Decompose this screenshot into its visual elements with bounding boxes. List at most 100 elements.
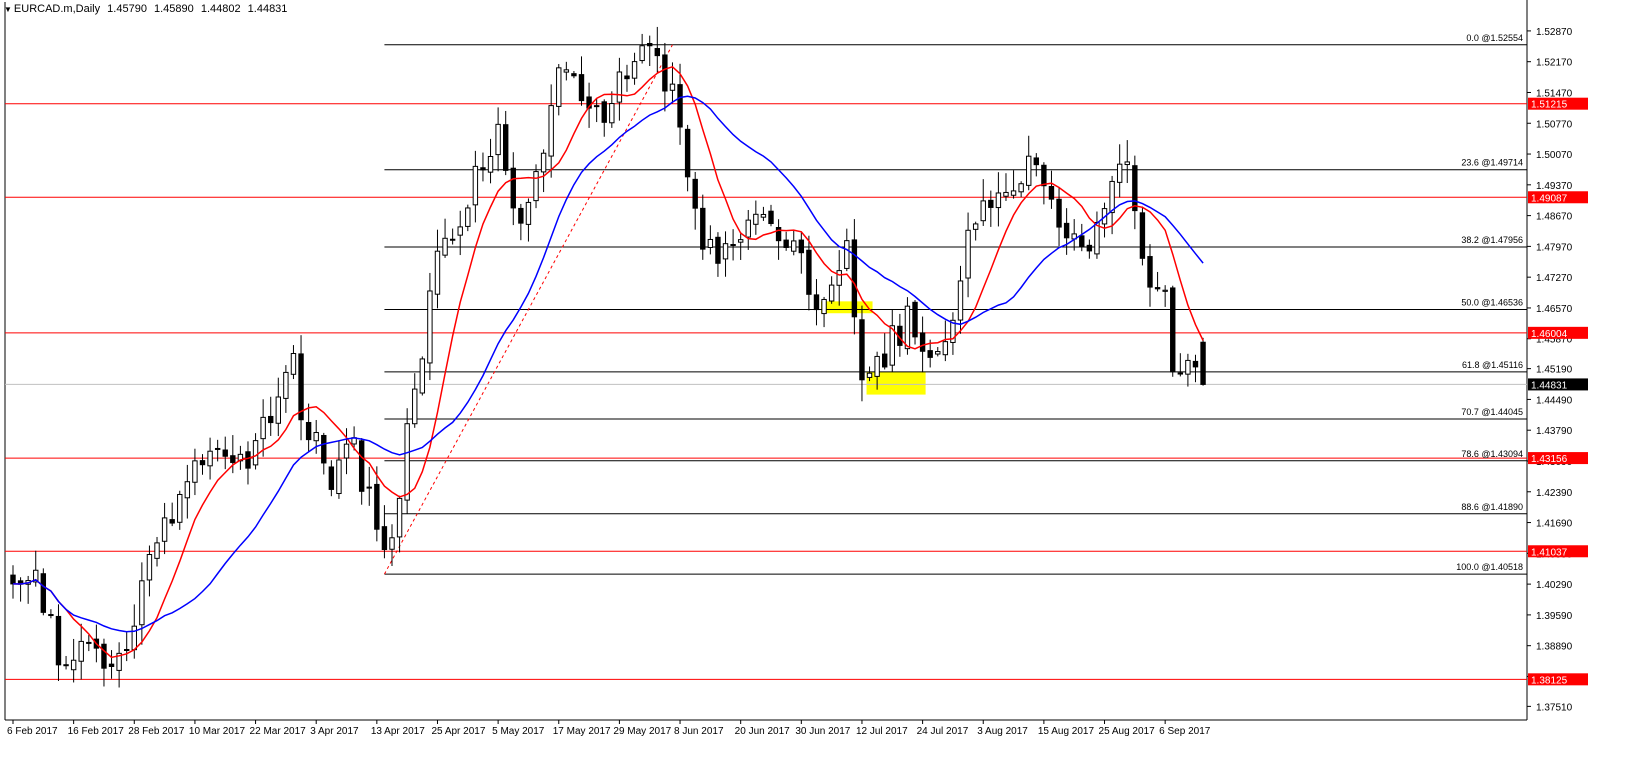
candle-body[interactable] <box>449 238 456 241</box>
candle-body[interactable] <box>980 200 986 222</box>
candle-body[interactable] <box>442 237 448 256</box>
candle-body[interactable] <box>662 54 668 92</box>
candle-body[interactable] <box>669 83 676 91</box>
candle-body[interactable] <box>965 229 971 279</box>
candle-body[interactable] <box>601 101 607 123</box>
candle-body[interactable] <box>55 615 62 666</box>
candle-body[interactable] <box>139 580 145 626</box>
candle-body[interactable] <box>836 270 842 286</box>
candle-body[interactable] <box>737 239 744 243</box>
candle-body[interactable] <box>389 537 395 550</box>
chart-window[interactable]: 1.52870 1.52170 1.51470 1.50770 1.50070 1.493… <box>0 0 1637 775</box>
candle-body[interactable] <box>806 249 812 295</box>
candle-body[interactable] <box>707 238 714 248</box>
candle-body[interactable] <box>1010 190 1017 196</box>
candle-body[interactable] <box>654 48 660 57</box>
candle-body[interactable] <box>882 353 888 368</box>
candle-body[interactable] <box>1177 372 1184 375</box>
candle-body[interactable] <box>1079 235 1085 247</box>
candle-body[interactable] <box>616 71 623 103</box>
candle-body[interactable] <box>988 199 994 208</box>
candle-body[interactable] <box>874 355 880 377</box>
candle-body[interactable] <box>457 226 463 236</box>
candle-body[interactable] <box>101 643 107 669</box>
candle-body[interactable] <box>434 250 441 295</box>
candle-body[interactable] <box>1132 165 1138 212</box>
candle-body[interactable] <box>10 574 16 585</box>
price-chart[interactable]: 1.528701.521701.514701.507701.500701.493… <box>0 0 1637 775</box>
candle-body[interactable] <box>366 486 372 489</box>
candle-body[interactable] <box>313 432 319 442</box>
candle-body[interactable] <box>1018 183 1024 193</box>
candle-body[interactable] <box>260 416 266 440</box>
candle-body[interactable] <box>722 243 729 260</box>
candle-body[interactable] <box>199 460 206 466</box>
candle-body[interactable] <box>381 526 388 551</box>
candle-body[interactable] <box>1124 161 1130 166</box>
candle-body[interactable] <box>169 519 175 524</box>
candle-body[interactable] <box>684 128 691 178</box>
candle-body[interactable] <box>995 192 1002 209</box>
candle-body[interactable] <box>487 155 494 173</box>
candle-body[interactable] <box>108 663 115 667</box>
candle-body[interactable] <box>343 443 350 459</box>
candle-body[interactable] <box>525 201 532 225</box>
candle-body[interactable] <box>184 481 191 499</box>
candle-body[interactable] <box>1026 155 1032 186</box>
candle-body[interactable] <box>40 573 47 613</box>
candle-body[interactable] <box>222 449 228 457</box>
candle-body[interactable] <box>715 236 721 264</box>
candle-body[interactable] <box>593 105 600 108</box>
candle-body[interactable] <box>86 641 92 644</box>
candle-body[interactable] <box>828 284 835 302</box>
candle-body[interactable] <box>321 434 327 464</box>
candle-body[interactable] <box>412 388 418 425</box>
candle-body[interactable] <box>283 371 289 399</box>
candle-body[interactable] <box>177 493 183 523</box>
candle-body[interactable] <box>146 554 153 581</box>
candle-body[interactable] <box>358 440 365 492</box>
candle-body[interactable] <box>798 239 805 254</box>
candle-body[interactable] <box>919 332 926 352</box>
candle-body[interactable] <box>192 460 198 483</box>
candle-body[interactable] <box>404 423 410 501</box>
candle-body[interactable] <box>783 239 789 248</box>
candle-body[interactable] <box>1063 222 1070 239</box>
candle-body[interactable] <box>131 625 137 651</box>
candle-body[interactable] <box>768 210 774 225</box>
candle-body[interactable] <box>563 69 570 73</box>
candle-body[interactable] <box>48 614 54 617</box>
candle-body[interactable] <box>419 358 426 394</box>
candle-body[interactable] <box>866 372 873 378</box>
candle-body[interactable] <box>859 319 865 381</box>
candle-body[interactable] <box>290 353 297 375</box>
candle-body[interactable] <box>571 73 577 77</box>
candle-body[interactable] <box>1033 157 1039 166</box>
candle-body[interactable] <box>268 415 274 424</box>
candle-body[interactable] <box>700 207 706 250</box>
candle-body[interactable] <box>503 124 509 171</box>
candle-body[interactable] <box>245 451 251 469</box>
candle-body[interactable] <box>578 74 585 102</box>
candle-body[interactable] <box>70 659 77 671</box>
candle-body[interactable] <box>230 455 236 463</box>
candle-body[interactable] <box>518 207 524 224</box>
candle-body[interactable] <box>495 123 501 156</box>
candle-body[interactable] <box>275 396 282 424</box>
candle-body[interactable] <box>1170 287 1176 373</box>
candle-body[interactable] <box>548 105 554 157</box>
candle-body[interactable] <box>374 483 380 530</box>
candle-body[interactable] <box>305 421 312 441</box>
candle-body[interactable] <box>214 447 221 450</box>
candle-body[interactable] <box>904 305 911 350</box>
candle-body[interactable] <box>1094 221 1100 255</box>
candle-body[interactable] <box>465 207 471 227</box>
candle-body[interactable] <box>480 167 486 171</box>
candle-body[interactable] <box>427 290 433 364</box>
candle-body[interactable] <box>1154 287 1161 290</box>
candle-body[interactable] <box>556 67 562 107</box>
candle-body[interactable] <box>972 223 979 230</box>
candle-body[interactable] <box>745 219 751 238</box>
candle-body[interactable] <box>730 244 736 247</box>
candle-body[interactable] <box>851 239 858 318</box>
